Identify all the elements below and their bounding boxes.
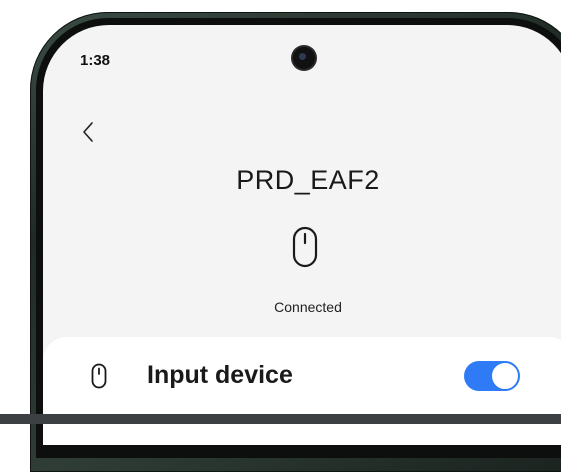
- device-name: PRD_EAF2: [236, 165, 380, 195]
- input-device-toggle[interactable]: [464, 361, 520, 391]
- mouse-icon: [90, 362, 108, 390]
- toggle-knob: [491, 362, 519, 390]
- mouse-icon: [289, 224, 321, 272]
- connection-status: Connected: [274, 299, 342, 315]
- bottom-bar: [0, 414, 561, 424]
- front-camera-icon: [293, 47, 315, 69]
- device-details-screen: 1:38 PRD_EAF2 Connected Input device: [43, 25, 561, 445]
- settings-card: Input device: [43, 337, 561, 445]
- back-button[interactable]: [78, 117, 102, 147]
- input-device-label: Input device: [147, 361, 293, 389]
- input-device-row[interactable]: Input device: [43, 337, 561, 413]
- chevron-left-icon: [83, 122, 93, 142]
- status-bar-time: 1:38: [80, 52, 111, 69]
